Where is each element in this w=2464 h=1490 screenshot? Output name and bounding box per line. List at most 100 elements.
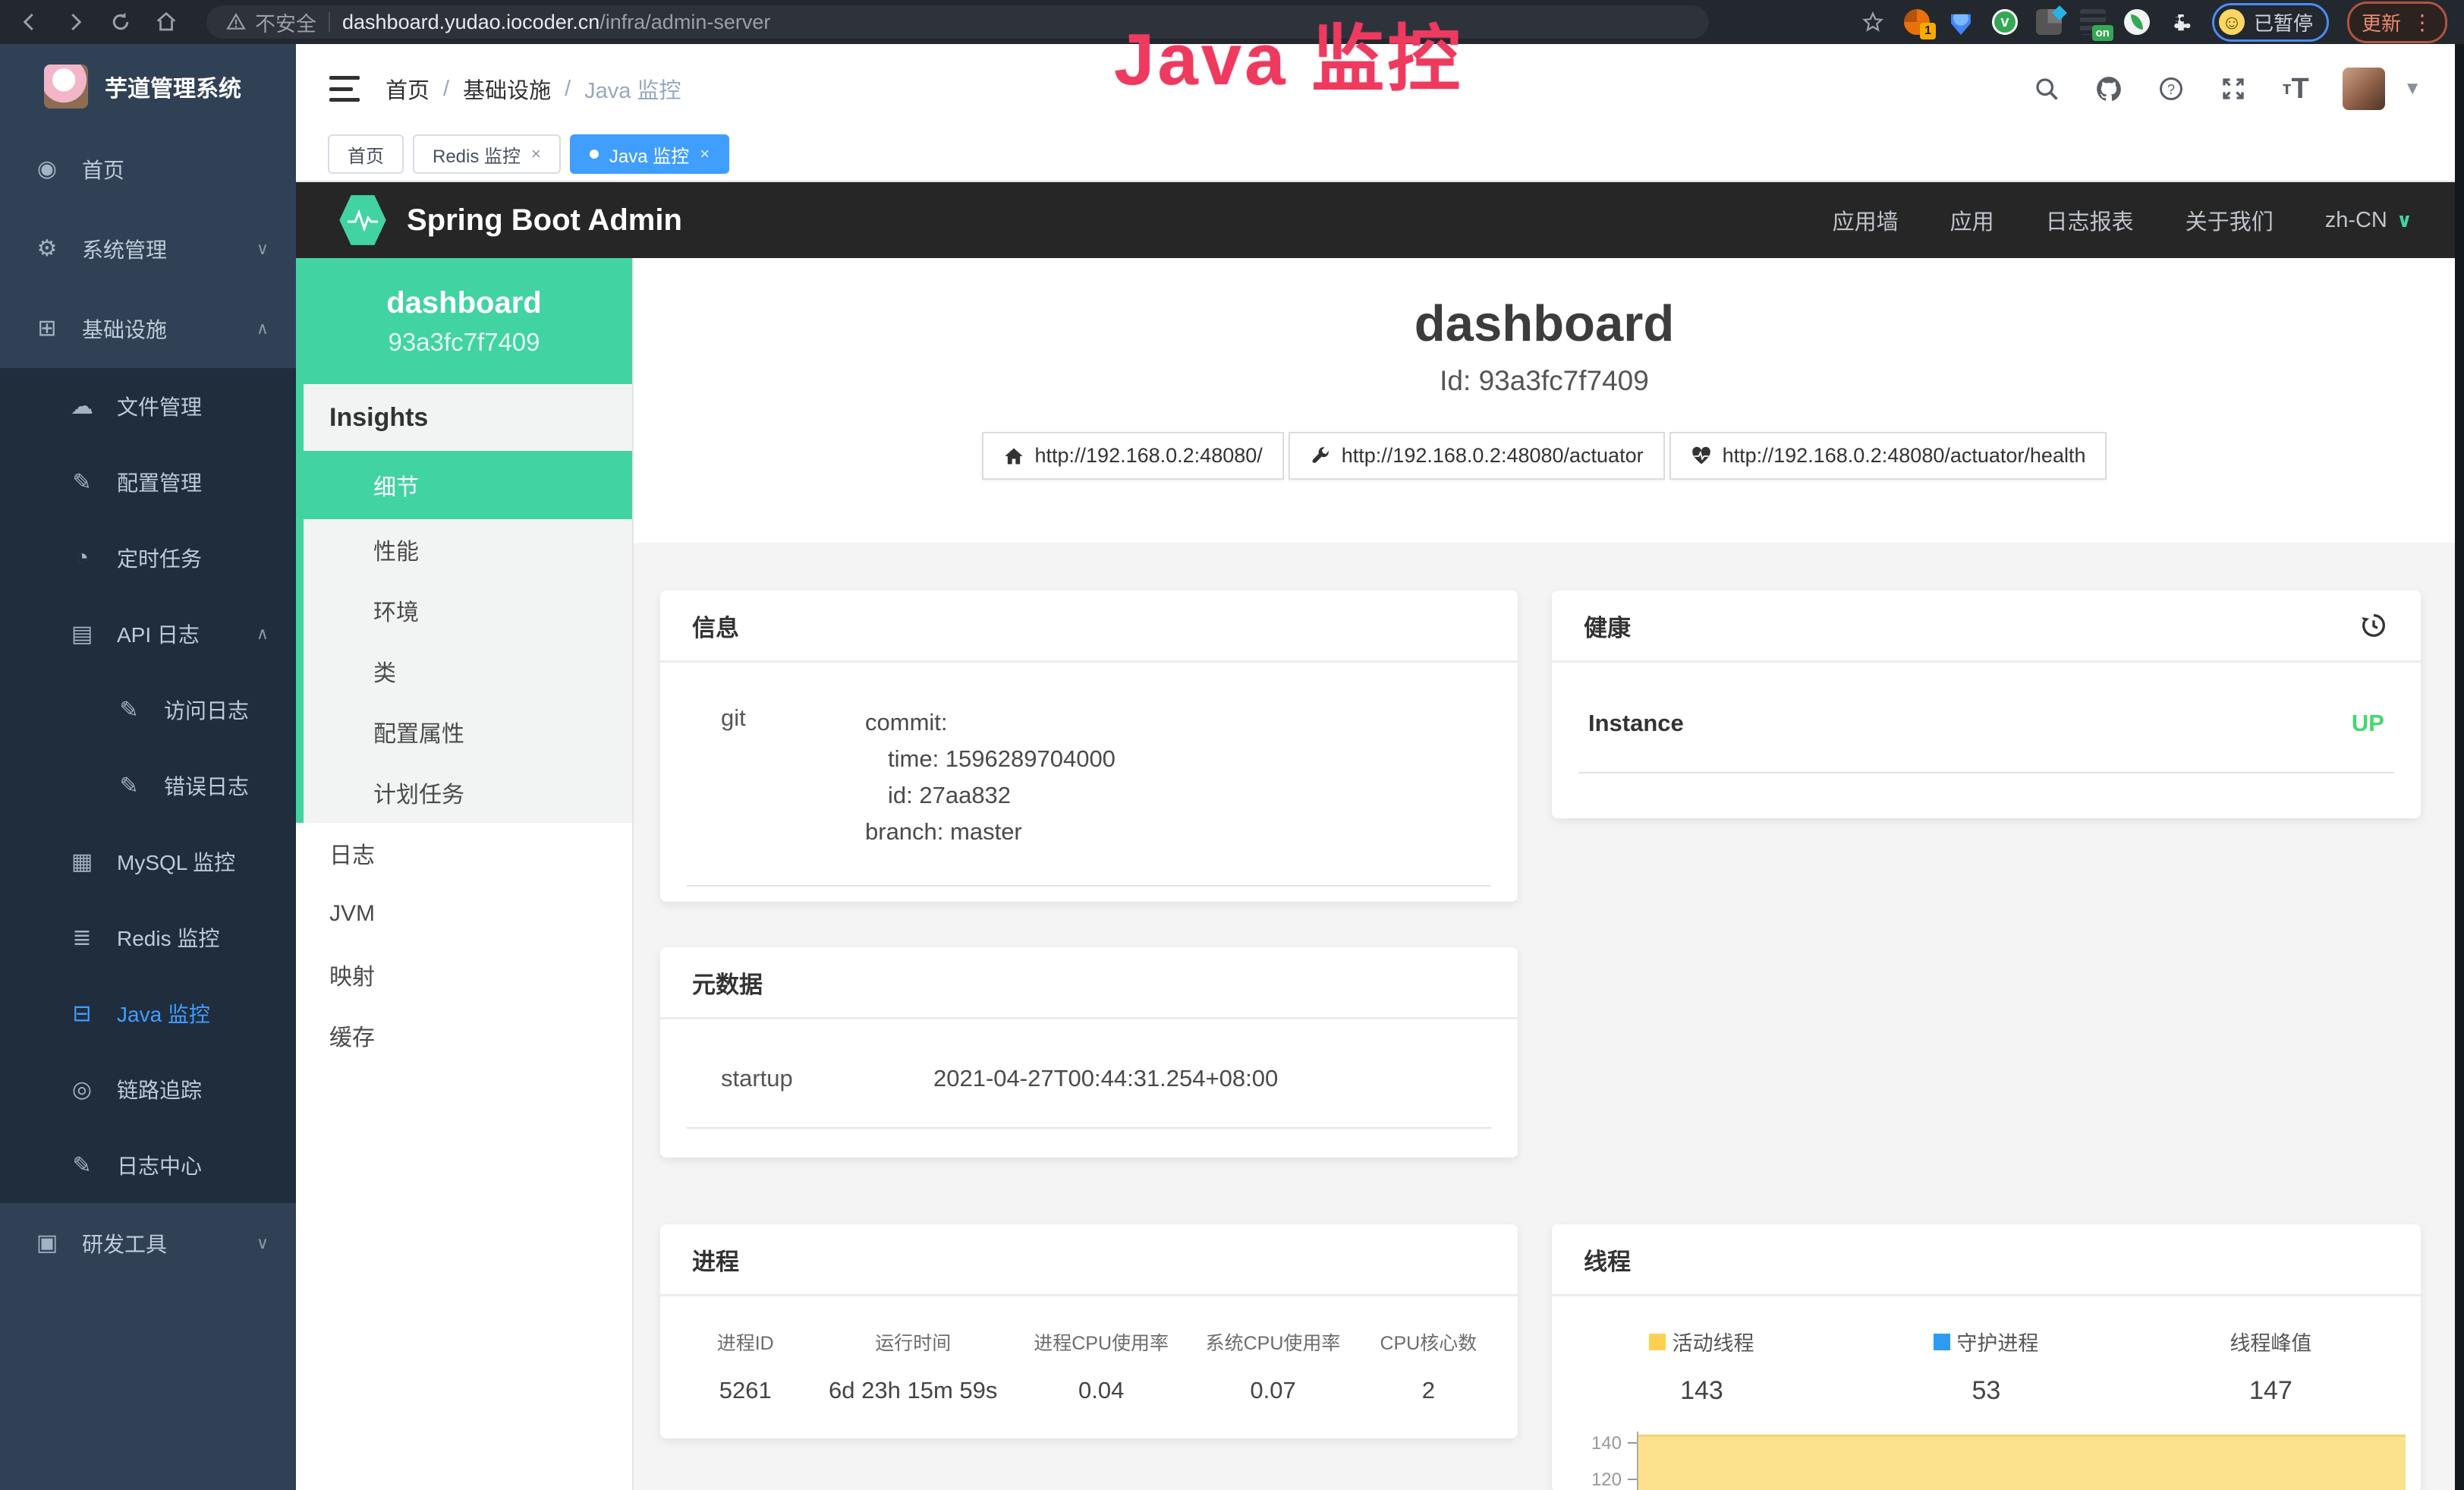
- sba-nav: 应用墙 应用 日志报表 关于我们 zh-CN∨: [1833, 204, 2412, 236]
- help-icon[interactable]: ?: [2156, 74, 2186, 104]
- update-button[interactable]: 更新 ⋮: [2347, 2, 2447, 43]
- fullscreen-icon[interactable]: [2218, 74, 2248, 104]
- sba-item-caches[interactable]: 缓存: [296, 1005, 632, 1066]
- reload-icon[interactable]: [108, 9, 134, 35]
- sidebar-item-label: Redis 监控: [117, 922, 219, 953]
- sidebar-item-label: 基础设施: [82, 313, 167, 344]
- home-button-icon[interactable]: [153, 9, 179, 35]
- extensions-puzzle-icon[interactable]: [2168, 9, 2194, 35]
- sidebar-item-日志中心[interactable]: ✎日志中心: [0, 1127, 296, 1203]
- profile-paused-chip[interactable]: ☺ 已暂停: [2212, 3, 2329, 42]
- brand-row[interactable]: 芋道管理系统: [0, 44, 296, 129]
- sba-item-jvm[interactable]: JVM: [296, 884, 632, 944]
- dashboard-icon: ◉: [32, 156, 62, 182]
- sba-language-select[interactable]: zh-CN∨: [2325, 208, 2412, 233]
- forward-icon[interactable]: [62, 9, 88, 35]
- sba-item-mappings[interactable]: 映射: [296, 944, 632, 1005]
- sidebar-item-基础设施[interactable]: ⊞基础设施∧: [0, 288, 296, 368]
- back-icon[interactable]: [17, 9, 42, 35]
- service-url-button[interactable]: http://192.168.0.2:48080/: [982, 432, 1284, 480]
- sidebar-item-label: Java 监控: [117, 998, 210, 1029]
- sba-title[interactable]: Spring Boot Admin: [407, 203, 682, 238]
- sidebar-item-MySQL 监控[interactable]: ▦MySQL 监控: [0, 824, 296, 899]
- browser-menu-icon[interactable]: ⋮: [2412, 10, 2433, 35]
- sba-item-details[interactable]: 细节: [304, 451, 632, 519]
- history-icon[interactable]: [2359, 610, 2389, 641]
- actuator-url-button[interactable]: http://192.168.0.2:48080/actuator: [1289, 432, 1665, 480]
- sidebar-item-系统管理[interactable]: ⚙系统管理∨: [0, 209, 296, 288]
- sidebar-item-label: 日志中心: [117, 1150, 202, 1180]
- sba-logo-icon[interactable]: [338, 194, 387, 247]
- tab-java-monitor[interactable]: Java 监控×: [570, 134, 729, 174]
- extension-orange-icon[interactable]: 1: [1904, 9, 1930, 35]
- sidebar-item-链路追踪[interactable]: ◎链路追踪: [0, 1051, 296, 1127]
- font-size-icon[interactable]: тT: [2280, 74, 2311, 104]
- tab-home[interactable]: 首页: [328, 134, 404, 174]
- close-icon[interactable]: ×: [531, 144, 541, 164]
- sba-header: Spring Boot Admin 应用墙 应用 日志报表 关于我们 zh-CN…: [296, 182, 2455, 258]
- sidebar-item-Redis 监控[interactable]: ≣Redis 监控: [0, 899, 296, 975]
- extension-leaf-icon[interactable]: [2124, 9, 2150, 35]
- sidebar-item-label: 研发工具: [82, 1228, 167, 1258]
- address-divider: [329, 12, 330, 32]
- extension-grid-icon[interactable]: [2036, 9, 2062, 35]
- address-bar[interactable]: 不安全 dashboard.yudao.iocoder.cn/infra/adm…: [206, 5, 1709, 39]
- sidebar-item-文件管理[interactable]: ☁文件管理: [0, 368, 296, 444]
- health-status-badge: UP: [2352, 710, 2384, 737]
- sidebar-item-label: 定时任务: [117, 543, 202, 573]
- log-icon: ▤: [67, 621, 97, 647]
- sidebar-item-首页[interactable]: ◉首页: [0, 129, 296, 209]
- edit-square-icon: ✎: [114, 697, 144, 723]
- sidebar-item-API 日志[interactable]: ▤API 日志∧: [0, 596, 296, 672]
- trace-eye-icon: ◎: [67, 1076, 97, 1103]
- security-warning[interactable]: 不安全: [226, 8, 316, 37]
- sba-item-scheduled-tasks[interactable]: 计划任务: [304, 762, 632, 823]
- bookmark-star-icon[interactable]: [1860, 9, 1886, 35]
- sba-item-environment[interactable]: 环境: [304, 580, 632, 641]
- sba-instance-header[interactable]: dashboard 93a3fc7f7409: [296, 258, 632, 384]
- home-icon: [1003, 446, 1024, 467]
- browser-scrollbar[interactable]: [2455, 44, 2464, 1490]
- cloud-upload-icon: ☁: [67, 393, 97, 420]
- sba-item-config-props[interactable]: 配置属性: [304, 701, 632, 762]
- close-icon[interactable]: ×: [700, 144, 710, 164]
- sba-item-metrics[interactable]: 性能: [304, 519, 632, 580]
- sidebar-item-研发工具[interactable]: ▣研发工具∨: [0, 1203, 296, 1283]
- metadata-card: 元数据 startup 2021-04-27T00:44:31.254+08:0…: [660, 947, 1518, 1158]
- search-icon[interactable]: [2031, 74, 2062, 104]
- sba-nav-wallboard[interactable]: 应用墙: [1833, 204, 1899, 236]
- sba-nav-applications[interactable]: 应用: [1950, 204, 1994, 236]
- extension-green-v-icon[interactable]: v: [1992, 9, 2018, 35]
- sidebar-item-访问日志[interactable]: ✎ 访问日志: [0, 672, 296, 748]
- user-avatar[interactable]: [2343, 68, 2385, 110]
- tab-redis-monitor[interactable]: Redis 监控×: [413, 134, 561, 174]
- extension-on-icon[interactable]: on: [2080, 9, 2106, 35]
- edit-icon: ✎: [67, 469, 97, 496]
- sba-nav-about[interactable]: 关于我们: [2186, 204, 2274, 236]
- infra-monitor-icon: ⊞: [32, 315, 62, 342]
- y-tick: 140: [1552, 1433, 1622, 1454]
- sidebar-item-label: 访问日志: [164, 695, 249, 725]
- sba-item-classes[interactable]: 类: [304, 641, 632, 701]
- breadcrumb-item[interactable]: 基础设施: [463, 73, 551, 105]
- svg-text:?: ?: [2167, 82, 2175, 97]
- breadcrumb: 首页 / 基础设施 / Java 监控: [385, 73, 681, 105]
- breadcrumb-item[interactable]: 首页: [385, 73, 430, 105]
- sidebar-item-配置管理[interactable]: ✎配置管理: [0, 444, 296, 520]
- user-menu-caret-icon[interactable]: ▼: [2403, 78, 2422, 99]
- sidebar-item-定时任务[interactable]: ◔定时任务: [0, 520, 296, 596]
- java-monitor-icon: ⊟: [67, 1000, 97, 1027]
- extension-pin-icon[interactable]: [1948, 9, 1974, 35]
- sba-nav-journal[interactable]: 日志报表: [2046, 204, 2134, 236]
- health-card-title: 健康: [1584, 609, 1631, 643]
- sidebar-toggle-icon[interactable]: [329, 76, 360, 102]
- github-icon[interactable]: [2094, 74, 2124, 104]
- health-instance-label[interactable]: Instance: [1588, 710, 1684, 737]
- url-text[interactable]: dashboard.yudao.iocoder.cn/infra/admin-s…: [342, 11, 770, 34]
- live-threads-value: 143: [1680, 1376, 1723, 1406]
- health-url-button[interactable]: http://192.168.0.2:48080/actuator/health: [1669, 432, 2107, 480]
- sba-item-logs[interactable]: 日志: [296, 823, 632, 884]
- sidebar-item-错误日志[interactable]: ✎错误日志: [0, 748, 296, 824]
- instance-name: dashboard: [386, 286, 541, 320]
- sidebar-item-Java 监控[interactable]: ⊟ Java 监控: [0, 975, 296, 1051]
